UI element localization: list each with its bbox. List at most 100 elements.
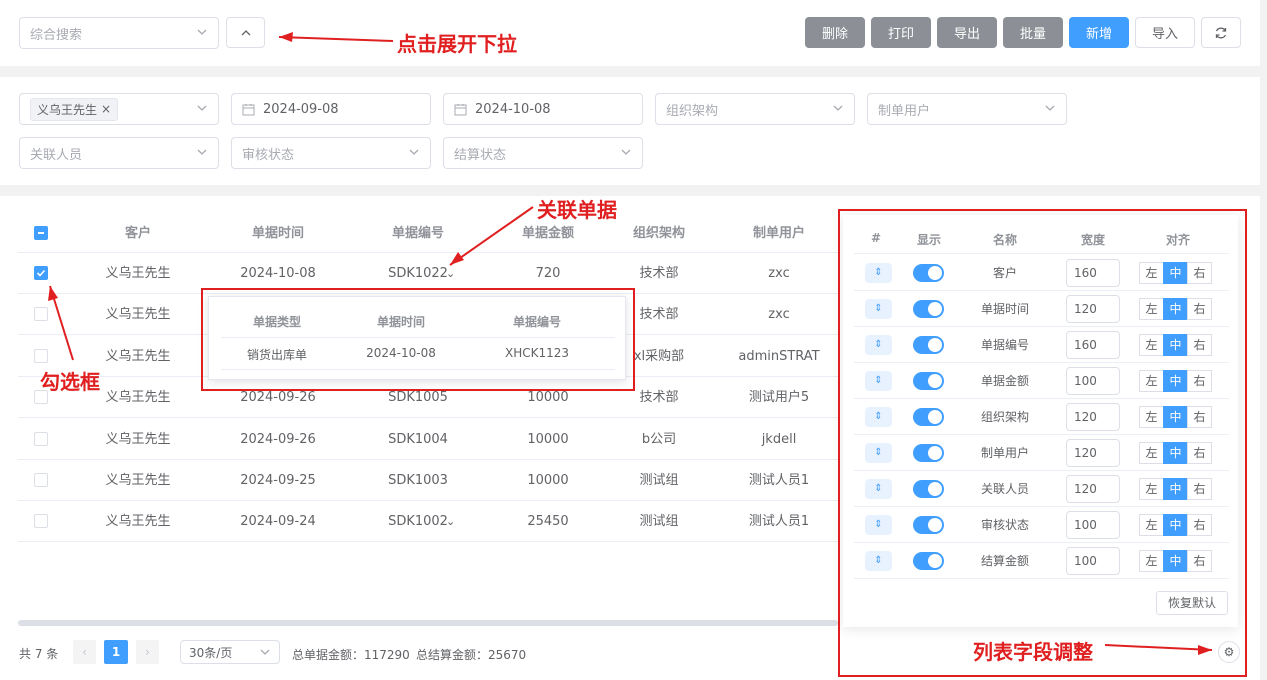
date-end-value: 2024-10-08	[475, 101, 551, 117]
batch-button[interactable]: 批量	[1003, 17, 1063, 48]
table-cell: 义乌王先生	[105, 514, 171, 530]
calendar-icon	[454, 103, 467, 115]
table-cell: adminSTRAT	[738, 348, 820, 364]
page-size-select[interactable]: 30条/页	[180, 640, 280, 664]
related-popup-highlight	[201, 288, 635, 391]
row-checkbox[interactable]	[34, 514, 48, 529]
page-size-value: 30条/页	[189, 645, 233, 660]
table-cell: 测试用户5	[748, 390, 810, 406]
table-cell: 义乌王先生	[105, 390, 171, 406]
table-cell: jkdell	[761, 431, 797, 447]
toolbar-panel: 综合搜索 删除 打印 导出 批量 新增 导入	[0, 0, 1260, 66]
table-cell: zxc	[768, 266, 790, 281]
search-select[interactable]: 综合搜索	[19, 17, 219, 49]
chevron-down-icon	[621, 149, 631, 155]
page-1-button[interactable]: 1	[104, 640, 128, 664]
close-icon[interactable]: ×	[101, 102, 111, 116]
collapse-button[interactable]	[226, 17, 265, 48]
date-start-value: 2024-09-08	[263, 101, 339, 117]
table-row[interactable]: 义乌王先生 2024-09-26 SDK1004 10000 b公司 jkdell	[18, 419, 838, 460]
row-checkbox[interactable]	[34, 431, 48, 446]
chevron-down-icon[interactable]: ⌄	[446, 501, 455, 542]
table-cell: 测试人员1	[748, 514, 810, 530]
chevron-down-icon	[197, 149, 207, 155]
org-select[interactable]: 组织架构	[655, 93, 855, 125]
table-cell: 义乌王先生	[105, 266, 171, 281]
refresh-icon	[1215, 27, 1227, 38]
indeterminate-icon	[38, 232, 44, 234]
table-cell: 10000	[527, 473, 569, 488]
check-icon	[36, 269, 46, 277]
chevron-up-icon	[241, 29, 250, 35]
row-checkbox[interactable]	[34, 266, 48, 280]
chevron-left-icon: ‹	[82, 645, 87, 659]
add-button[interactable]: 新增	[1069, 17, 1129, 48]
table-cell: 25450	[527, 514, 569, 530]
search-placeholder: 综合搜索	[30, 27, 83, 43]
header-date: 单据时间	[251, 226, 304, 241]
annotation-related: 关联单据	[537, 198, 617, 222]
table-cell: 义乌王先生	[105, 348, 171, 364]
prev-page-button[interactable]: ‹	[73, 640, 96, 664]
chevron-down-icon	[260, 649, 270, 655]
creator-select[interactable]: 制单用户	[867, 93, 1067, 125]
horizontal-scrollbar[interactable]	[18, 620, 838, 626]
audit-select[interactable]: 审核状态	[231, 137, 431, 169]
chevron-down-icon	[409, 149, 419, 155]
table-cell: 义乌王先生	[105, 473, 171, 488]
config-panel-highlight	[838, 209, 1247, 677]
row-checkbox[interactable]	[34, 473, 48, 487]
table-cell: 2024-09-24	[240, 514, 316, 530]
date-start-input[interactable]: 2024-09-08	[231, 93, 431, 125]
table-cell: 2024-09-26	[240, 431, 316, 447]
org-placeholder: 组织架构	[666, 103, 719, 119]
annotation-fields: 列表字段调整	[973, 640, 1093, 664]
select-all-checkbox[interactable]	[34, 226, 48, 240]
chevron-down-icon	[1045, 105, 1055, 111]
annotation-dropdown: 点击展开下拉	[397, 32, 517, 56]
header-customer: 客户	[124, 226, 151, 241]
customer-select[interactable]: 义乌王先生 ×	[19, 93, 219, 125]
related-select[interactable]: 关联人员	[19, 137, 219, 169]
table-row[interactable]: 义乌王先生 2024-09-25 SDK1003 10000 测试组 测试人员1	[18, 460, 838, 501]
header-amount: 单据金额	[521, 226, 574, 241]
refresh-button[interactable]	[1201, 17, 1241, 48]
table-cell: 测试组	[639, 514, 679, 530]
customer-tag-label: 义乌王先生	[37, 102, 98, 117]
settle-select[interactable]: 结算状态	[443, 137, 643, 169]
creator-placeholder: 制单用户	[878, 103, 931, 119]
header-org: 组织架构	[632, 226, 685, 241]
customer-tag: 义乌王先生 ×	[30, 97, 119, 121]
chevron-down-icon	[197, 105, 207, 111]
settle-placeholder: 结算状态	[454, 147, 507, 163]
header-number: 单据编号	[391, 226, 444, 241]
import-button[interactable]: 导入	[1135, 17, 1195, 48]
export-button[interactable]: 导出	[937, 17, 997, 48]
calendar-icon	[242, 103, 255, 115]
table-cell: 10000	[527, 431, 569, 447]
related-placeholder: 关联人员	[30, 147, 83, 163]
chevron-right-icon: ›	[145, 645, 150, 659]
table-cell: 义乌王先生	[105, 431, 171, 447]
chevron-down-icon	[833, 105, 843, 111]
table-cell[interactable]: SDK1004	[368, 419, 468, 460]
header-creator: 制单用户	[752, 226, 805, 241]
table-cell[interactable]: SDK1003	[368, 460, 468, 501]
table-cell: zxc	[768, 307, 790, 323]
chevron-down-icon	[197, 29, 207, 35]
sum-amount: 总单据金额：117290	[292, 648, 410, 662]
table-cell: 义乌王先生	[105, 307, 171, 323]
table-cell: 2024-09-25	[240, 473, 316, 488]
table-cell: 测试人员1	[748, 473, 810, 488]
print-button[interactable]: 打印	[871, 17, 931, 48]
date-end-input[interactable]: 2024-10-08	[443, 93, 643, 125]
total-count: 共 7 条	[19, 647, 59, 661]
delete-button[interactable]: 删除	[805, 17, 865, 48]
next-page-button[interactable]: ›	[136, 640, 159, 664]
table-row[interactable]: 义乌王先生 2024-09-24 SDK1002 ⌄ 25450 测试组 测试人员1	[18, 501, 838, 543]
sum-settle: 总结算金额：25670	[416, 648, 527, 662]
row-checkbox[interactable]	[34, 348, 48, 363]
annotation-checkbox: 勾选框	[40, 370, 100, 394]
filter-panel: 义乌王先生 × 2024-09-08 2024-10-08 组织架构 制单用户 关…	[0, 77, 1260, 185]
row-checkbox[interactable]	[34, 307, 48, 322]
